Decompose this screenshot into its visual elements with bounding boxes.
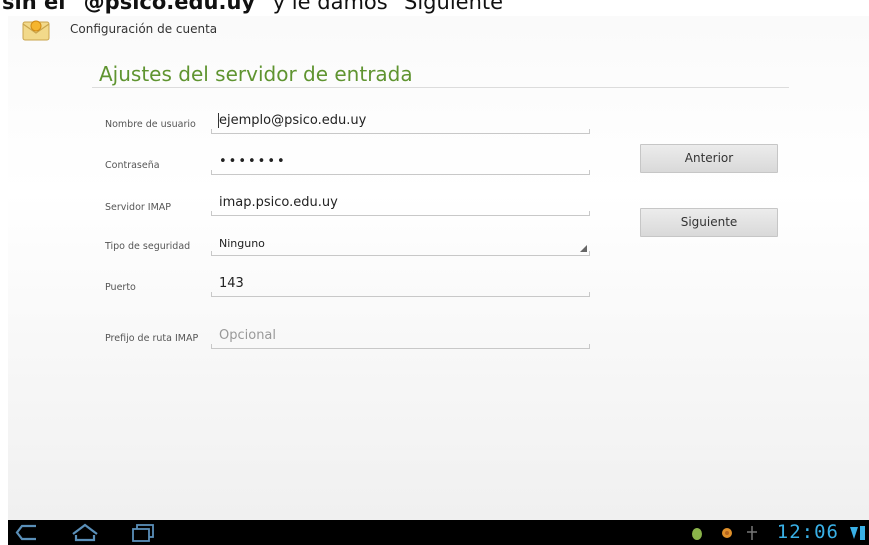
imap-path-prefix-field[interactable]: Opcional: [211, 326, 590, 349]
imap-path-prefix-placeholder: Opcional: [219, 328, 277, 343]
password-field[interactable]: •••••••: [211, 152, 590, 175]
previous-button[interactable]: Anterior: [640, 144, 778, 173]
username-label: Nombre de usuario: [105, 119, 196, 130]
dropdown-arrow-icon: [580, 245, 587, 252]
username-field[interactable]: ejemplo@psico.edu.uy: [211, 111, 590, 134]
document-caption: sin el "@psico.edu.uy" y le damos "Sigui…: [0, 0, 869, 16]
notification-icon: [722, 528, 732, 538]
section-divider: [92, 87, 789, 88]
email-app-icon[interactable]: [21, 17, 51, 43]
home-icon[interactable]: [68, 520, 102, 545]
back-icon[interactable]: [12, 520, 42, 545]
next-button[interactable]: Siguiente: [640, 208, 778, 237]
debug-android-icon: [692, 528, 702, 540]
port-label: Puerto: [105, 282, 136, 293]
app-title: Configuración de cuenta: [70, 22, 218, 36]
password-value: •••••••: [219, 154, 287, 169]
caption-prefix: sin el: [2, 0, 73, 14]
port-field[interactable]: 143: [211, 274, 590, 297]
imap-server-value: imap.psico.edu.uy: [219, 195, 338, 210]
password-label: Contraseña: [105, 160, 160, 171]
port-value: 143: [219, 276, 244, 291]
security-type-label: Tipo de seguridad: [105, 241, 191, 252]
section-title: Ajustes del servidor de entrada: [99, 62, 413, 86]
status-clock: 12:06: [776, 521, 839, 543]
usb-icon: [747, 526, 757, 540]
wifi-battery-icon: [850, 526, 865, 540]
caption-text: sin el "@psico.edu.uy" y le damos "Sigui…: [2, 0, 513, 14]
username-value: ejemplo@psico.edu.uy: [219, 113, 367, 128]
recent-apps-icon[interactable]: [128, 520, 158, 545]
imap-server-field[interactable]: imap.psico.edu.uy: [211, 193, 590, 216]
caption-bold: "@psico.edu.uy": [72, 0, 267, 14]
account-setup-screen: Configuración de cuenta Ajustes del serv…: [8, 16, 869, 520]
caption-suffix: y le damos "Siguiente": [266, 0, 513, 14]
security-type-select[interactable]: Ninguno: [211, 233, 590, 256]
security-type-value: Ninguno: [219, 237, 265, 250]
action-bar: Configuración de cuenta: [8, 16, 869, 46]
imap-path-prefix-label: Prefijo de ruta IMAP: [105, 333, 199, 344]
imap-server-label: Servidor IMAP: [105, 202, 172, 213]
system-bar: 12:06: [8, 520, 869, 545]
